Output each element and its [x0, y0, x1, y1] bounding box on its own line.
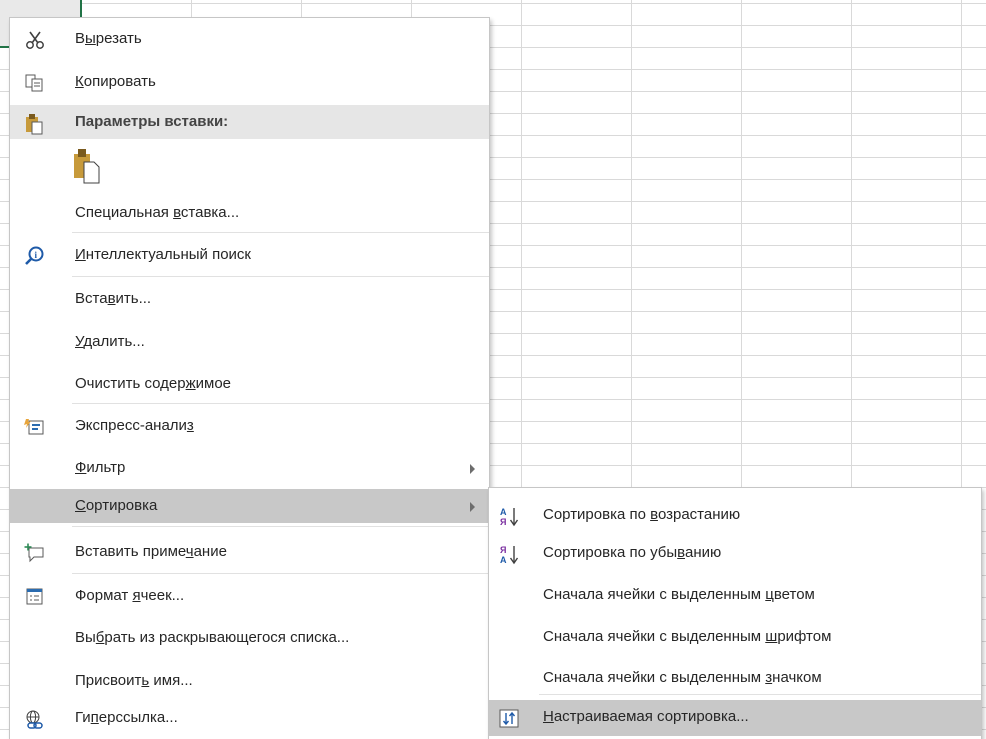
menu-item-label: Сортировка по убыванию: [543, 544, 722, 561]
sort-asc-icon: АЯ: [499, 506, 521, 527]
menu-item-pick-from-list[interactable]: Выбрать из раскрывающегося списка...: [10, 621, 489, 655]
submenu-arrow-icon: [470, 502, 475, 512]
menu-item-define-name[interactable]: Присвоить имя...: [10, 664, 489, 698]
menu-item-label: Присвоить имя...: [75, 672, 193, 689]
menu-item-cut[interactable]: Вырезать: [10, 22, 489, 56]
menu-item-insert-comment[interactable]: Вставить примечание: [10, 535, 489, 569]
paste-options-header: Параметры вставки:: [10, 105, 489, 139]
submenu-item-sort-descending[interactable]: ЯА Сортировка по убыванию: [489, 536, 981, 570]
menu-item-label: Гиперссылка...: [75, 709, 178, 726]
sort-desc-icon: ЯА: [499, 544, 521, 565]
menu-item-label: Сортировка по возрастанию: [543, 506, 741, 523]
submenu-item-icon-first[interactable]: Сначала ячейки с выделенным значком: [489, 661, 981, 695]
menu-separator: [72, 276, 489, 277]
menu-item-label: Интеллектуальный поиск: [75, 246, 251, 263]
menu-item-label: Специальная вставка...: [75, 204, 240, 221]
menu-item-label: Сначала ячейки с выделенным шрифтом: [543, 628, 832, 645]
svg-text:Я: Я: [500, 517, 506, 527]
copy-icon: [24, 73, 46, 93]
menu-item-label: Сначала ячейки с выделенным цветом: [543, 586, 815, 603]
menu-item-label: Очистить содержимое: [75, 375, 232, 392]
menu-item-label: Сортировка: [75, 497, 158, 514]
menu-item-label: Вставить...: [75, 290, 152, 307]
menu-item-format-cells[interactable]: Формат ячеек...: [10, 579, 489, 613]
menu-item-smart-lookup[interactable]: i Интеллектуальный поиск: [10, 238, 489, 272]
svg-text:А: А: [500, 555, 507, 565]
menu-item-clear-contents[interactable]: Очистить содержимое: [10, 367, 489, 401]
menu-item-filter[interactable]: Фильтр: [10, 451, 489, 485]
menu-item-copy[interactable]: Копировать: [10, 65, 489, 99]
menu-item-hyperlink[interactable]: Гиперссылка...: [10, 701, 489, 735]
menu-item-sort[interactable]: Сортировка: [10, 489, 489, 523]
menu-item-label: Вырезать: [75, 30, 142, 47]
menu-item-label: Формат ячеек...: [75, 587, 185, 604]
submenu-item-sort-ascending[interactable]: АЯ Сортировка по возрастанию: [489, 498, 981, 532]
menu-item-label: Вставить примечание: [75, 543, 227, 560]
menu-separator: [72, 526, 489, 527]
quick-analysis-icon: [24, 417, 46, 437]
menu-item-label: Удалить...: [75, 333, 145, 350]
svg-text:Я: Я: [500, 545, 506, 555]
paste-option-icon: [72, 148, 106, 186]
menu-separator: [72, 403, 489, 404]
format-cells-icon: [24, 587, 46, 607]
menu-item-paste-special[interactable]: Специальная вставка...: [10, 196, 489, 230]
menu-item-label: Сначала ячейки с выделенным значком: [543, 669, 822, 686]
menu-item-label: Фильтр: [75, 459, 126, 476]
menu-separator: [72, 232, 489, 233]
submenu-arrow-icon: [470, 464, 475, 474]
paste-option-button[interactable]: [72, 146, 112, 188]
context-menu: Вырезать Копировать Параметры вставки: С…: [9, 17, 490, 739]
menu-separator: [72, 573, 489, 574]
scissors-icon: [24, 30, 46, 50]
menu-item-label: Копировать: [75, 73, 156, 90]
paste-options-label: Параметры вставки:: [75, 113, 229, 130]
menu-item-insert[interactable]: Вставить...: [10, 282, 489, 316]
menu-item-label: Экспресс-анализ: [75, 417, 194, 434]
new-comment-icon: [24, 543, 46, 563]
sort-submenu: АЯ Сортировка по возрастанию ЯА Сортиров…: [488, 487, 982, 739]
submenu-item-custom-sort[interactable]: Настраиваемая сортировка...: [489, 700, 981, 736]
svg-text:А: А: [500, 507, 507, 517]
custom-sort-icon: [499, 709, 521, 729]
menu-item-quick-analysis[interactable]: Экспресс-анализ: [10, 409, 489, 443]
menu-item-label: Выбрать из раскрывающегося списка...: [75, 629, 350, 646]
hyperlink-icon: [24, 709, 46, 729]
menu-separator: [539, 694, 981, 695]
menu-item-label: Настраиваемая сортировка...: [543, 708, 749, 725]
paste-icon: [24, 113, 46, 135]
menu-item-delete[interactable]: Удалить...: [10, 325, 489, 359]
submenu-item-color-first[interactable]: Сначала ячейки с выделенным цветом: [489, 578, 981, 612]
smart-lookup-icon: i: [24, 246, 46, 266]
submenu-item-font-first[interactable]: Сначала ячейки с выделенным шрифтом: [489, 620, 981, 654]
svg-text:i: i: [35, 250, 38, 260]
